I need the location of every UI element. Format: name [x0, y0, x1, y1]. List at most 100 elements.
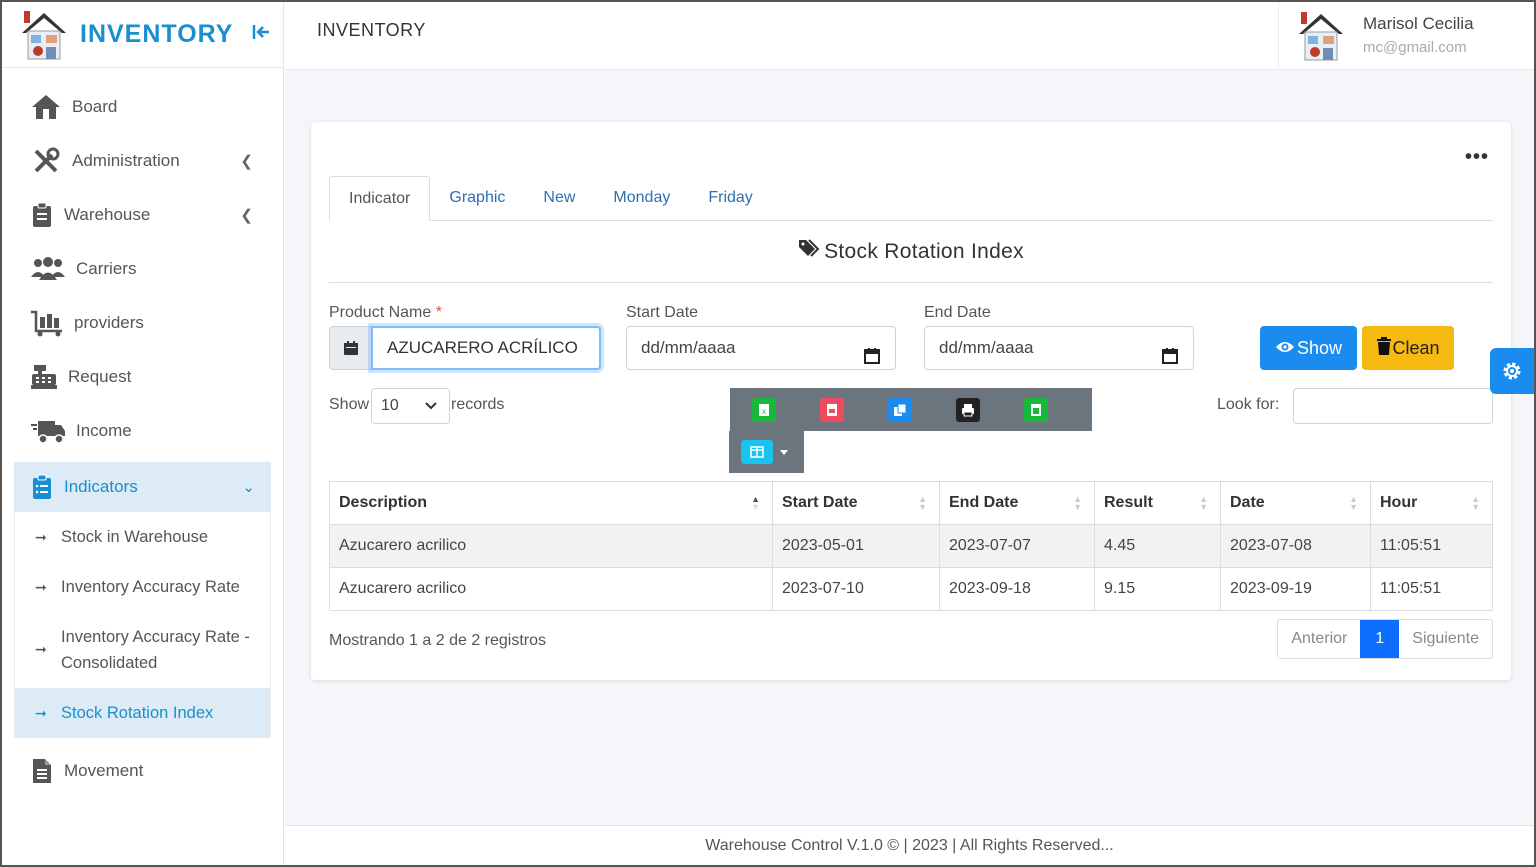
sidebar-item-movement[interactable]: Movement: [2, 744, 283, 798]
indicators-submenu: ➞ Stock in Warehouse ➞ Inventory Accurac…: [14, 512, 271, 738]
submenu-item-label: Inventory Accuracy Rate - Consolidated: [61, 628, 250, 672]
sidebar: INVENTORY Board Administration ❮ Warehou…: [2, 2, 284, 865]
print-icon[interactable]: [956, 397, 980, 422]
column-visibility-toolbar: [729, 431, 804, 473]
start-date-value: dd/mm/aaaa: [641, 338, 736, 357]
column-header-label: Hour: [1380, 494, 1418, 511]
submenu-item-stock-in-warehouse[interactable]: ➞ Stock in Warehouse: [15, 512, 270, 562]
avatar: [1299, 12, 1343, 61]
page-length-select[interactable]: 10: [371, 388, 450, 424]
csv-export-icon[interactable]: [1024, 397, 1048, 422]
sidebar-item-warehouse[interactable]: Warehouse ❮: [2, 188, 283, 242]
pdf-export-icon[interactable]: [820, 397, 844, 422]
sidebar-item-label: Administration: [72, 151, 180, 170]
brand-title: INVENTORY: [80, 20, 234, 48]
truck-icon: [30, 416, 66, 446]
sidebar-item-request[interactable]: Request: [2, 350, 283, 404]
tools-icon: [30, 146, 62, 176]
copy-icon[interactable]: [888, 397, 912, 422]
warehouse-logo-icon: [22, 10, 66, 59]
start-date-label: Start Date: [626, 304, 699, 321]
pagination-next[interactable]: Siguiente: [1399, 620, 1492, 658]
sort-icon: ▲ ▼: [1471, 494, 1480, 512]
tab-indicator[interactable]: Indicator: [329, 176, 431, 221]
table-cell: Azucarero acrilico: [329, 524, 773, 568]
column-header-result[interactable]: Result ▲ ▼: [1094, 481, 1221, 525]
sidebar-item-label: Indicators: [64, 477, 138, 496]
eye-icon: [1275, 338, 1295, 359]
table-cell: Azucarero acrilico: [329, 567, 773, 611]
show-button[interactable]: Show: [1260, 326, 1357, 370]
tab-monday[interactable]: Monday: [594, 176, 689, 220]
column-header-label: Result: [1104, 494, 1153, 511]
column-header-description[interactable]: Description ▲ ▼: [329, 481, 773, 525]
column-header-label: End Date: [949, 494, 1019, 511]
table-cell: 2023-07-07: [939, 524, 1095, 568]
search-label: Look for:: [1217, 396, 1280, 413]
sidebar-item-income[interactable]: Income: [2, 404, 283, 458]
calendar-icon: [329, 326, 371, 370]
page-title: INVENTORY: [317, 20, 426, 40]
excel-export-icon[interactable]: x: [752, 397, 776, 422]
product-name-label: Product Name *: [329, 304, 442, 322]
section-title-text: Stock Rotation Index: [824, 240, 1024, 263]
column-header-start-date[interactable]: Start Date ▲ ▼: [772, 481, 940, 525]
product-name-input[interactable]: AZUCARERO ACRÍLICO: [371, 326, 601, 370]
user-menu[interactable]: Marisol Cecilia mc@gmail.com: [1278, 2, 1534, 70]
clean-button[interactable]: Clean: [1362, 326, 1454, 370]
submenu-item-inventory-accuracy-rate-consolidated[interactable]: ➞ Inventory Accuracy Rate - Consolidated: [15, 612, 270, 688]
settings-gear-icon[interactable]: [1490, 348, 1534, 394]
chevron-left-icon: ❮: [240, 153, 253, 170]
table-cell: 9.15: [1094, 567, 1221, 611]
submenu-item-label: Inventory Accuracy Rate: [61, 578, 240, 596]
pagination-previous[interactable]: Anterior: [1278, 620, 1360, 658]
clipboard-list-icon: [30, 472, 54, 502]
submenu-item-label: Stock in Warehouse: [61, 528, 209, 546]
pagination-page-1[interactable]: 1: [1360, 620, 1400, 658]
sidebar-item-carriers[interactable]: Carriers: [2, 242, 283, 296]
calendar-icon[interactable]: [1161, 339, 1179, 381]
top-header: INVENTORY Marisol Cecilia mc@gmail.com: [285, 2, 1534, 70]
table-cell: 2023-09-19: [1220, 567, 1371, 611]
sidebar-item-indicators[interactable]: Indicators ⌄: [14, 462, 271, 512]
calendar-icon[interactable]: [863, 339, 881, 381]
start-date-input[interactable]: dd/mm/aaaa: [626, 326, 896, 370]
page-length-value: 10: [381, 397, 399, 414]
table-cell: 2023-07-08: [1220, 524, 1371, 568]
sidebar-item-label: Carriers: [76, 259, 137, 278]
column-header-date[interactable]: Date ▲ ▼: [1220, 481, 1371, 525]
end-date-input[interactable]: dd/mm/aaaa: [924, 326, 1194, 370]
show-label: Show: [329, 396, 370, 413]
columns-icon[interactable]: [741, 440, 773, 464]
cart-icon: [30, 308, 64, 338]
search-input[interactable]: [1293, 388, 1493, 424]
submenu-item-stock-rotation-index[interactable]: ➞ Stock Rotation Index: [15, 688, 270, 738]
sidebar-item-board[interactable]: Board: [2, 80, 283, 134]
sidebar-item-providers[interactable]: providers: [2, 296, 283, 350]
sidebar-item-label: Board: [72, 97, 118, 116]
collapse-left-icon[interactable]: [251, 23, 271, 47]
clipboard-icon: [30, 200, 54, 230]
tab-friday[interactable]: Friday: [689, 176, 771, 220]
main-content: ••• Indicator Graphic New Monday Friday …: [285, 70, 1534, 825]
table-cell: 2023-05-01: [772, 524, 940, 568]
sort-icon: ▲ ▼: [751, 494, 760, 512]
table-row[interactable]: Azucarero acrilico 2023-05-01 2023-07-07…: [329, 524, 1493, 568]
submenu-item-inventory-accuracy-rate[interactable]: ➞ Inventory Accuracy Rate: [15, 562, 270, 612]
table-header-row: Description ▲ ▼ Start Date ▲ ▼ End Date ▲ ▼ Re…: [329, 481, 1493, 525]
tab-new[interactable]: New: [524, 176, 594, 220]
sidebar-item-administration[interactable]: Administration ❮: [2, 134, 283, 188]
column-header-end-date[interactable]: End Date ▲ ▼: [939, 481, 1095, 525]
product-name-label-text: Product Name: [329, 304, 432, 321]
column-header-label: Description: [339, 494, 428, 511]
sidebar-item-label: providers: [74, 313, 144, 332]
end-date-value: dd/mm/aaaa: [939, 338, 1034, 357]
export-toolbar: x: [730, 388, 1092, 431]
caret-down-icon[interactable]: [779, 443, 789, 461]
table-row[interactable]: Azucarero acrilico 2023-07-10 2023-09-18…: [329, 567, 1493, 611]
column-header-hour[interactable]: Hour ▲ ▼: [1370, 481, 1493, 525]
more-options-icon[interactable]: •••: [1465, 146, 1489, 169]
tab-graphic[interactable]: Graphic: [430, 176, 524, 220]
tags-icon: [798, 238, 822, 264]
table-cell: 11:05:51: [1370, 567, 1493, 611]
